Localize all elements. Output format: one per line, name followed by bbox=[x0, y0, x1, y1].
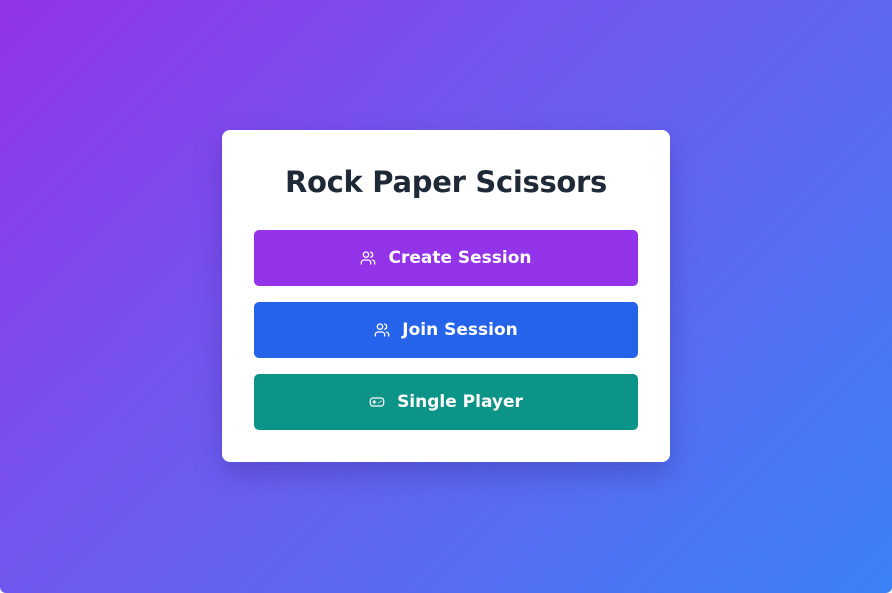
users-icon bbox=[360, 250, 376, 266]
single-player-button[interactable]: Single Player bbox=[254, 374, 638, 430]
create-session-label: Create Session bbox=[388, 248, 532, 268]
users-icon bbox=[374, 322, 390, 338]
single-player-label: Single Player bbox=[397, 392, 523, 412]
create-session-button[interactable]: Create Session bbox=[254, 230, 638, 286]
join-session-button[interactable]: Join Session bbox=[254, 302, 638, 358]
page-title: Rock Paper Scissors bbox=[284, 165, 608, 199]
gamepad-icon bbox=[369, 394, 385, 410]
join-session-label: Join Session bbox=[402, 320, 518, 340]
